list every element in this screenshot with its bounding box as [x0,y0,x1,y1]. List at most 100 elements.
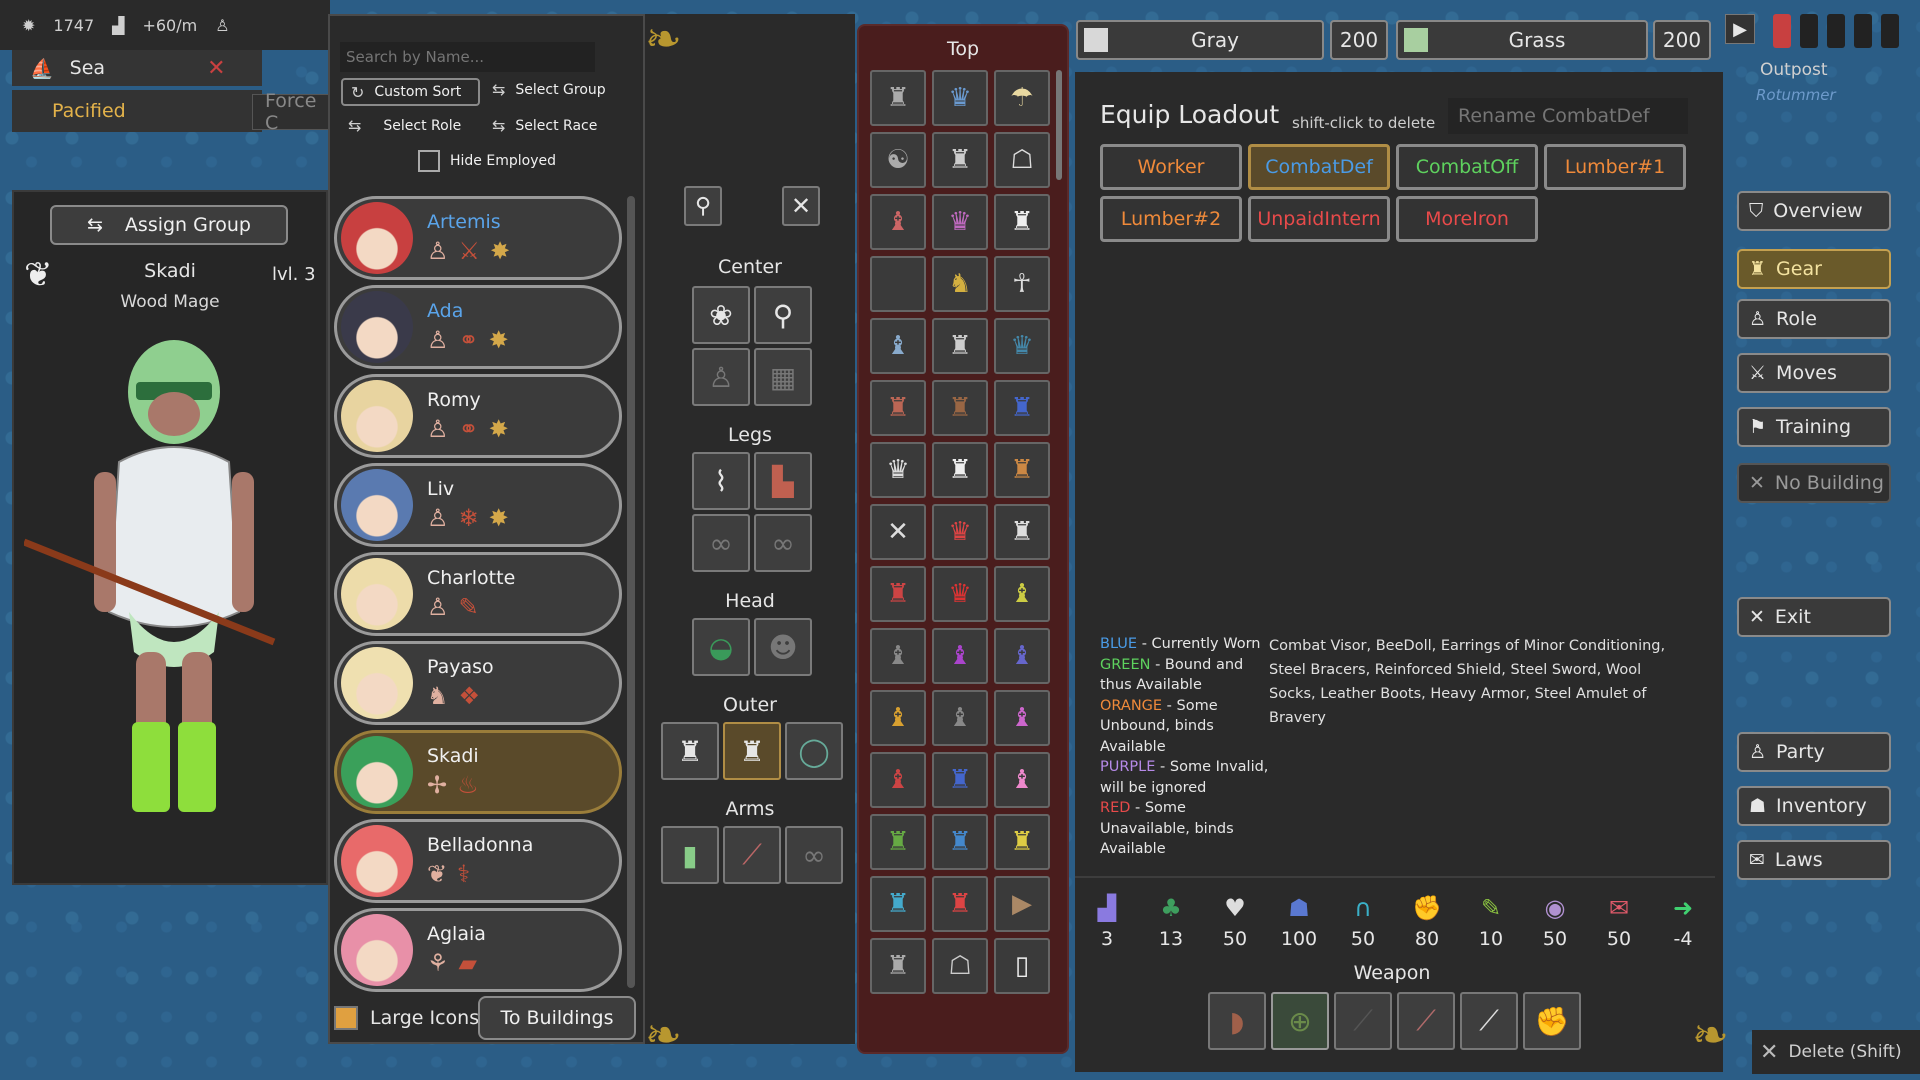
weapon-slot-staff[interactable]: ⟋ [1397,992,1455,1050]
roster-card[interactable]: Aglaia ⚘ ▰ [334,908,622,992]
item-slot[interactable]: ♜ [870,70,926,126]
loadout-button[interactable]: Worker [1100,144,1242,190]
dark-chip-2[interactable] [1827,14,1845,48]
item-slot[interactable]: ♜ [870,814,926,870]
item-slot[interactable]: ♜ [932,814,988,870]
roster-scrollbar[interactable] [627,196,635,988]
item-slot[interactable]: ☂ [994,70,1050,126]
select-race-button[interactable]: ⇆ Select Race [492,116,597,135]
item-slot[interactable]: ♜ [932,380,988,436]
item-slot[interactable]: ✕ [870,504,926,560]
item-slot[interactable]: ♝ [994,690,1050,746]
nav-exit-button[interactable]: ✕ Exit [1737,597,1891,637]
item-slot[interactable]: ♝ [994,752,1050,808]
arms-slot-empty[interactable]: ∞ [785,826,843,884]
roster-card[interactable]: Charlotte ♙ ✎ [334,552,622,636]
item-slot[interactable]: ♝ [870,690,926,746]
item-slot[interactable]: ♜ [932,752,988,808]
item-slot[interactable]: ♜ [994,380,1050,436]
arms-slot-staff[interactable]: ⟋ [723,826,781,884]
delete-shift-button[interactable]: ✕ Delete (Shift) [1752,1030,1920,1074]
item-slot[interactable]: ♛ [994,318,1050,374]
nav-overview-button[interactable]: ⛉ Overview [1737,191,1891,231]
head-slot-empty[interactable]: ☻ [754,618,812,676]
outer-slot-armor[interactable]: ♜ [661,722,719,780]
item-slot[interactable]: ♛ [870,442,926,498]
loadout-button[interactable]: CombatOff [1396,144,1538,190]
head-slot-visor[interactable]: ◒ [692,618,750,676]
item-slot[interactable]: ♝ [994,566,1050,622]
arms-slot-bracers[interactable]: ▮ [661,826,719,884]
secondary-material-selector[interactable]: Grass [1396,20,1648,60]
item-slot[interactable]: ♜ [994,194,1050,250]
dark-chip-1[interactable] [1800,14,1818,48]
close-region-icon[interactable]: ✕ [207,56,225,81]
item-slot[interactable]: ♜ [932,318,988,374]
roster-card[interactable]: Artemis ♙ ⚔ ✸ [334,196,622,280]
hide-employed-checkbox[interactable] [418,150,440,172]
roster-card[interactable]: Skadi ✢ ♨ [334,730,622,814]
item-slot[interactable]: ♜ [870,938,926,994]
legs-slot-socks[interactable]: ⌇ [692,452,750,510]
large-icons-checkbox[interactable] [334,1006,358,1030]
item-slot[interactable]: ♛ [932,194,988,250]
red-chip[interactable] [1773,14,1791,48]
outer-slot-top[interactable]: ♜ [723,722,781,780]
custom-sort-button[interactable]: ↻ Custom Sort [341,78,480,106]
legs-slot-boots[interactable]: ▙ [754,452,812,510]
outer-slot-amulet[interactable]: ◯ [785,722,843,780]
center-slot-earrings[interactable]: ⚲ [754,286,812,344]
item-slot[interactable]: ☥ [994,256,1050,312]
item-slot[interactable]: ♛ [932,504,988,560]
nav-training-button[interactable]: ⚑ Training [1737,407,1891,447]
loadout-button[interactable]: MoreIron [1396,196,1538,242]
item-slot[interactable]: ☯ [870,132,926,188]
loadout-button[interactable]: Lumber#1 [1544,144,1686,190]
legs-slot-empty-2[interactable]: ∞ [754,514,812,572]
nav-party-button[interactable]: ♙ Party [1737,732,1891,772]
weapon-slot-spear[interactable]: ⟋ [1334,992,1392,1050]
item-slot[interactable]: ☖ [932,938,988,994]
outfit-toggle-icon[interactable]: ⚲ [684,186,722,226]
item-slot[interactable]: ☖ [994,132,1050,188]
weapon-slot-shield[interactable]: ⊕ [1271,992,1329,1050]
nav-laws-button[interactable]: ✉ Laws [1737,840,1891,880]
item-slot[interactable]: ▶ [994,876,1050,932]
primary-material-selector[interactable]: Gray [1076,20,1324,60]
rename-loadout-input[interactable] [1448,98,1688,134]
assign-group-button[interactable]: ⇆ Assign Group [50,205,288,245]
roster-card[interactable]: Romy ♙ ⚭ ✸ [334,374,622,458]
nav-gear-button[interactable]: ♜ Gear [1737,249,1891,289]
item-slot[interactable]: ♝ [932,628,988,684]
loadout-button[interactable]: Lumber#2 [1100,196,1242,242]
weapon-slot-bow[interactable]: ◗ [1208,992,1266,1050]
nav-role-button[interactable]: ♙ Role [1737,299,1891,339]
weapon-slot-sword[interactable]: ⟋ [1460,992,1518,1050]
item-slot[interactable]: ♝ [932,690,988,746]
item-slot[interactable]: ♜ [994,442,1050,498]
item-slot[interactable]: ♜ [994,504,1050,560]
item-slot[interactable]: ♞ [932,256,988,312]
item-slot[interactable]: ♜ [870,380,926,436]
to-buildings-button[interactable]: To Buildings [478,996,636,1040]
select-role-button[interactable]: ⇆ Select Role [348,116,461,135]
legs-slot-empty-1[interactable]: ∞ [692,514,750,572]
center-slot-armor[interactable]: ▦ [754,348,812,406]
select-group-button[interactable]: ⇆ Select Group [492,80,606,99]
item-slot[interactable]: ♝ [870,194,926,250]
item-slot[interactable]: ♜ [870,876,926,932]
nav-moves-button[interactable]: ⚔ Moves [1737,353,1891,393]
item-slot[interactable]: ♝ [870,752,926,808]
large-icons-toggle[interactable]: Large Icons [334,1006,479,1030]
items-scrollbar[interactable] [1056,70,1062,180]
dark-chip-4[interactable] [1881,14,1899,48]
roster-card[interactable]: Belladonna ❦ ⚕ [334,819,622,903]
loadout-button[interactable]: CombatDef [1248,144,1390,190]
item-slot[interactable]: ♝ [870,628,926,684]
nav-inventory-button[interactable]: ☗ Inventory [1737,786,1891,826]
item-slot[interactable]: ♜ [870,566,926,622]
roster-card[interactable]: Ada ♙ ⚭ ✸ [334,285,622,369]
weapon-slot-fist[interactable]: ✊ [1523,992,1581,1050]
item-slot[interactable] [870,256,926,312]
item-slot[interactable]: ▯ [994,938,1050,994]
